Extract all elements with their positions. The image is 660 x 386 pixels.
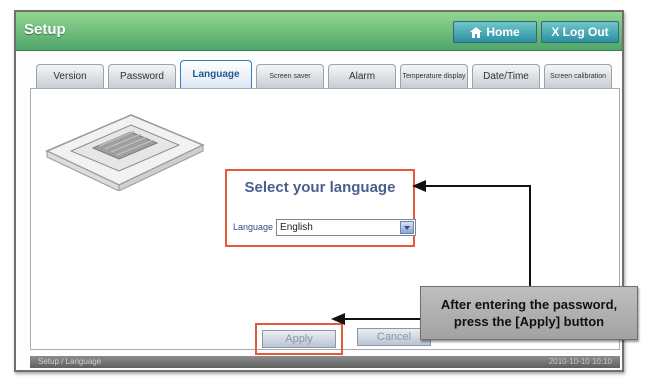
settings-tabs: Version Password Language Screen saver A…	[30, 60, 620, 88]
home-button[interactable]: Home	[453, 21, 537, 43]
instruction-callout: After entering the password, press the […	[420, 286, 638, 340]
language-selected-value: English	[280, 221, 313, 233]
language-label: Language	[233, 222, 274, 232]
window-title: Setup	[24, 21, 66, 38]
logout-label: X Log Out	[551, 25, 609, 39]
status-right-text: 2010-10-10 10:10	[548, 357, 612, 366]
status-left-text: Setup / Language	[38, 357, 102, 366]
tab-date-time[interactable]: Date/Time	[472, 64, 540, 88]
language-heading: Select your language	[244, 179, 396, 196]
language-select[interactable]: English	[276, 218, 417, 236]
tab-screen-calibration[interactable]: Screen calibration	[544, 64, 612, 88]
home-icon	[470, 26, 483, 38]
callout-line-2: press the [Apply] button	[453, 314, 605, 329]
tab-language[interactable]: Language	[180, 60, 252, 88]
tab-alarm[interactable]: Alarm	[328, 64, 396, 88]
chevron-down-icon[interactable]	[400, 220, 415, 234]
logout-button[interactable]: X Log Out	[541, 21, 619, 43]
callout-line-1: After entering the password,	[440, 297, 618, 312]
apply-button[interactable]: Apply	[262, 330, 336, 348]
tab-screen-saver[interactable]: Screen saver	[256, 64, 324, 88]
tab-version[interactable]: Version	[36, 64, 104, 88]
status-bar: Setup / Language 2010-10-10 10:10	[30, 356, 620, 368]
home-label: Home	[486, 25, 520, 39]
apply-highlight: Apply	[255, 323, 343, 355]
tab-password[interactable]: Password	[108, 64, 176, 88]
language-selection-box: Select your language Language English	[225, 169, 417, 247]
language-row: Language English	[233, 217, 417, 237]
title-bar: Setup Home X Log Out	[16, 12, 622, 51]
tab-temperature-display[interactable]: Temperature display	[400, 64, 468, 88]
indoor-unit-image	[45, 114, 205, 191]
